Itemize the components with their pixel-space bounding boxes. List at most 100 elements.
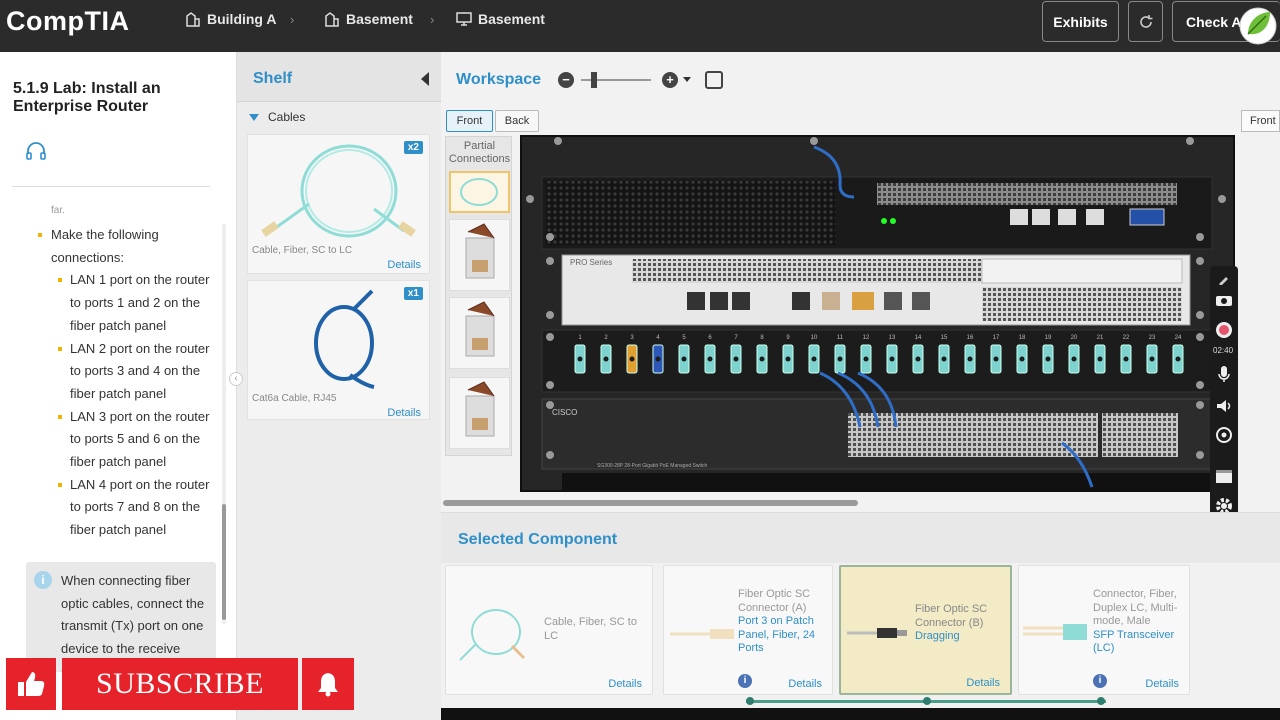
- switch-model-label: SG300-28P 28-Port Gigabit PoE Managed Sw…: [597, 463, 707, 469]
- fiber-patch-panel[interactable]: [541, 329, 1213, 393]
- port-hole: [785, 356, 791, 362]
- workspace-title: Workspace: [456, 71, 542, 88]
- instruction-step-4: LAN 4 port on the router to ports 7 and …: [14, 474, 220, 542]
- speaker-icon[interactable]: [1214, 396, 1234, 416]
- webcam-icon[interactable]: [1214, 426, 1234, 446]
- reset-button[interactable]: [1128, 1, 1163, 42]
- zoom-slider-thumb[interactable]: [591, 72, 597, 88]
- rack-drawing: PRO Series CISCO SG300-28P 28-Port Gigab…: [522, 137, 1233, 490]
- cables-group-toggle[interactable]: Cables: [249, 110, 305, 124]
- instruction-main: Make the following connections:: [14, 224, 220, 269]
- shelf-item-details-link[interactable]: Details: [387, 407, 421, 419]
- lab-title: 5.1.9 Lab: Install an Enterprise Router: [13, 80, 161, 115]
- component-name: Fiber Optic SC Connector (A): [738, 588, 811, 614]
- front-view-button[interactable]: Front: [446, 110, 493, 132]
- component-name: Fiber Optic SC Connector (B): [915, 603, 988, 629]
- instructions-scroll-thumb[interactable]: [222, 504, 226, 620]
- record-icon[interactable]: [1214, 320, 1234, 340]
- breadcrumb-building[interactable]: Building A: [185, 11, 276, 27]
- component-details-link[interactable]: Details: [966, 677, 1000, 689]
- cables-group-label: Cables: [268, 110, 306, 124]
- recorder-toolbar: [1210, 266, 1238, 524]
- top-bar: CompTIA Building A › Basement › Basement…: [0, 0, 1280, 52]
- subscribe-button[interactable]: SUBSCRIBE: [62, 658, 298, 710]
- chevron-left-icon[interactable]: ‹: [229, 372, 243, 386]
- channel-leaf-logo: [1239, 7, 1277, 45]
- module-icon: [465, 223, 495, 279]
- info-icon[interactable]: i: [738, 674, 752, 688]
- instruction-step-3: LAN 3 port on the router to ports 5 and …: [14, 406, 220, 474]
- collapse-shelf-icon[interactable]: [421, 72, 429, 86]
- component-details-link[interactable]: Details: [608, 678, 642, 690]
- component-details-link[interactable]: Details: [788, 678, 822, 690]
- switch-unit[interactable]: CISCO SG300-28P 28-Port Gigabit PoE Mana…: [541, 398, 1213, 490]
- port-hole: [629, 356, 635, 362]
- partial-connection-item[interactable]: [449, 377, 510, 449]
- fiber-coil-icon: [460, 178, 498, 206]
- appliance-unit[interactable]: [541, 176, 1213, 250]
- component-card-cable[interactable]: Cable, Fiber, SC to LC Details: [445, 565, 653, 695]
- shelf-item-label: Cat6a Cable, RJ45: [252, 393, 337, 404]
- pen-icon[interactable]: [1214, 270, 1234, 290]
- router-brand-label: PRO Series: [570, 258, 612, 267]
- component-name: Connector, Fiber, Duplex LC, Multi-mode,…: [1093, 588, 1178, 627]
- carousel-dot[interactable]: [1097, 697, 1105, 705]
- module-icon: [465, 301, 495, 357]
- partial-connection-item[interactable]: [449, 171, 510, 213]
- partial-connection-item[interactable]: [449, 219, 510, 291]
- component-details-link[interactable]: Details: [1145, 678, 1179, 690]
- partial-connections-tray: Partial Connections: [445, 136, 512, 456]
- port-hole: [733, 356, 739, 362]
- component-card-connector-a[interactable]: Fiber Optic SC Connector (A) Port 3 on P…: [663, 565, 833, 695]
- shelf-item-label: Cable, Fiber, SC to LC: [252, 245, 353, 256]
- window-icon[interactable]: [1214, 466, 1234, 486]
- component-card-lc-connector[interactable]: Connector, Fiber, Duplex LC, Multi-mode,…: [1018, 565, 1190, 695]
- patch-port-number: 23: [1149, 335, 1156, 341]
- zoom-in-icon[interactable]: +: [662, 72, 678, 88]
- workspace-scroll-thumb[interactable]: [443, 500, 858, 506]
- port-hole: [915, 356, 921, 362]
- patch-port-number: 13: [889, 335, 896, 341]
- patch-port-number: 10: [811, 335, 818, 341]
- switch-brand-label: CISCO: [552, 408, 577, 417]
- fiber-cable-image: [459, 609, 526, 661]
- component-text: Fiber Optic SC Connector (A) Port 3 on P…: [738, 588, 830, 656]
- recording-timer: 02:40: [1213, 346, 1234, 355]
- breadcrumb-separator: ›: [430, 12, 435, 27]
- back-view-button[interactable]: Back: [495, 110, 539, 132]
- ethernet-cable-image: [314, 289, 375, 389]
- shelf-item-details-link[interactable]: Details: [387, 259, 421, 271]
- shelf-title: Shelf: [253, 70, 293, 87]
- comptia-logo: CompTIA: [6, 6, 130, 36]
- patch-port-number: 19: [1045, 335, 1052, 341]
- carousel-dot[interactable]: [923, 697, 931, 705]
- router-unit[interactable]: PRO Series: [561, 254, 1191, 326]
- notification-bell-button[interactable]: [302, 658, 354, 710]
- shelf-item-cat6a-cable[interactable]: x1 Cat6a Cable, RJ45 Details: [247, 280, 430, 420]
- fit-to-screen-icon[interactable]: [705, 71, 723, 89]
- breadcrumb-floor-label: Basement: [346, 11, 413, 27]
- building-icon: [325, 12, 339, 27]
- patch-port-number: 18: [1019, 335, 1026, 341]
- component-card-connector-b[interactable]: Fiber Optic SC Connector (B) Dragging De…: [839, 565, 1012, 695]
- zoom-dropdown-icon[interactable]: [683, 77, 691, 82]
- port-hole: [1071, 356, 1077, 362]
- exhibits-button[interactable]: Exhibits: [1042, 1, 1119, 42]
- partial-connection-item[interactable]: [449, 297, 510, 369]
- camera-icon[interactable]: [1214, 290, 1234, 310]
- component-text: Fiber Optic SC Connector (B) Dragging: [915, 603, 1010, 644]
- patch-port-number: 11: [837, 335, 844, 341]
- microphone-icon[interactable]: [1214, 364, 1234, 384]
- breadcrumb-room[interactable]: Basement: [456, 11, 545, 27]
- partial-connections-label: Partial Connections: [448, 140, 511, 165]
- shelf-item-fiber-cable[interactable]: x2 Cable, Fiber, SC to LC Details: [247, 134, 430, 274]
- zoom-out-icon[interactable]: −: [558, 72, 574, 88]
- info-icon[interactable]: i: [1093, 674, 1107, 688]
- headphones-icon[interactable]: [25, 140, 47, 162]
- breadcrumb-floor[interactable]: Basement: [324, 11, 413, 27]
- cut-off-text: far.: [51, 205, 65, 215]
- sc-connector-image: [670, 629, 734, 639]
- like-button[interactable]: [6, 658, 56, 710]
- front-view-button-secondary[interactable]: Front: [1241, 110, 1280, 132]
- carousel-dot[interactable]: [746, 697, 754, 705]
